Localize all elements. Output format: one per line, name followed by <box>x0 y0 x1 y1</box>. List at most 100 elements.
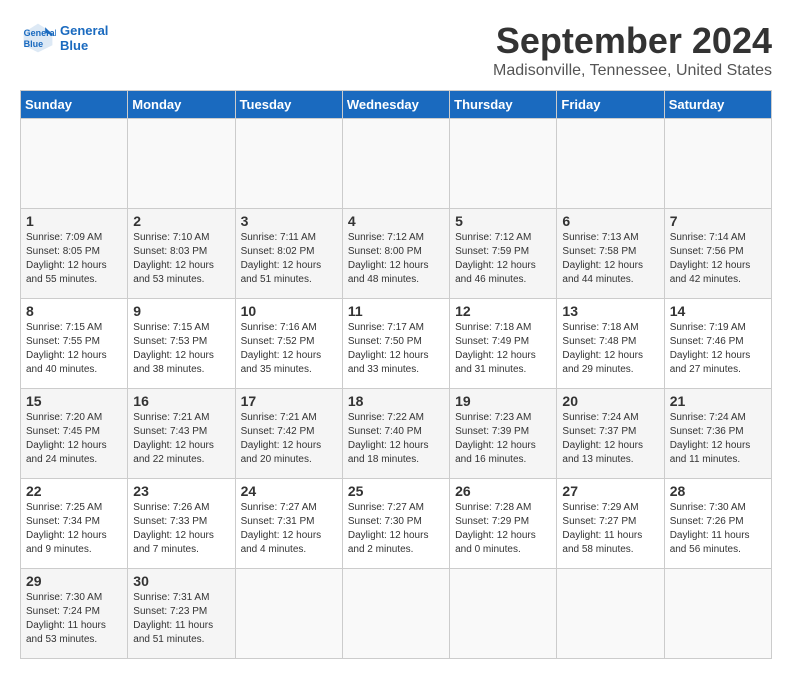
calendar-body: 1Sunrise: 7:09 AM Sunset: 8:05 PM Daylig… <box>21 119 772 659</box>
calendar-cell: 13Sunrise: 7:18 AM Sunset: 7:48 PM Dayli… <box>557 299 664 389</box>
cell-details: Sunrise: 7:25 AM Sunset: 7:34 PM Dayligh… <box>26 501 122 557</box>
cell-details: Sunrise: 7:24 AM Sunset: 7:36 PM Dayligh… <box>670 411 766 467</box>
calendar-cell: 2 Sunrise: 7:10 AM Sunset: 8:03 PM Daylig… <box>128 209 235 299</box>
calendar-header-friday: Friday <box>557 91 664 119</box>
calendar-cell <box>664 119 771 209</box>
cell-details: Sunrise: 7:18 AM Sunset: 7:49 PM Dayligh… <box>455 321 551 377</box>
cell-details: Sunrise: 7:18 AM Sunset: 7:48 PM Dayligh… <box>562 321 658 377</box>
day-number: 10 <box>241 303 337 319</box>
day-number: 2 <box>133 213 229 229</box>
cell-details: Sunrise: 7:22 AM Sunset: 7:40 PM Dayligh… <box>348 411 444 467</box>
cell-details: Sunrise: 7:12 AM Sunset: 7:59 PM Dayligh… <box>455 231 551 287</box>
cell-details: Sunrise: 7:12 AM Sunset: 8:00 PM Dayligh… <box>348 231 444 287</box>
calendar-cell: 1Sunrise: 7:09 AM Sunset: 8:05 PM Daylig… <box>21 209 128 299</box>
calendar-header-sunday: Sunday <box>21 91 128 119</box>
day-number: 12 <box>455 303 551 319</box>
calendar-cell: 17 Sunrise: 7:21 AM Sunset: 7:42 PM Dayli… <box>235 389 342 479</box>
calendar-cell: 6Sunrise: 7:13 AM Sunset: 7:58 PM Daylig… <box>557 209 664 299</box>
day-number: 6 <box>562 213 658 229</box>
location-title: Madisonville, Tennessee, United States <box>493 62 772 80</box>
calendar-week-row <box>21 119 772 209</box>
calendar-cell <box>557 119 664 209</box>
cell-details: Sunrise: 7:21 AM Sunset: 7:43 PM Dayligh… <box>133 411 229 467</box>
cell-details: Sunrise: 7:27 AM Sunset: 7:30 PM Dayligh… <box>348 501 444 557</box>
calendar-cell: 25 Sunrise: 7:27 AM Sunset: 7:30 PM Dayli… <box>342 479 449 569</box>
logo-text: General Blue <box>60 23 108 53</box>
calendar-cell: 28 Sunrise: 7:30 AM Sunset: 7:26 PM Dayli… <box>664 479 771 569</box>
cell-details: Sunrise: 7:21 AM Sunset: 7:42 PM Dayligh… <box>241 411 337 467</box>
calendar-cell: 26Sunrise: 7:28 AM Sunset: 7:29 PM Dayli… <box>450 479 557 569</box>
calendar-cell: 10Sunrise: 7:16 AM Sunset: 7:52 PM Dayli… <box>235 299 342 389</box>
calendar-cell: 16Sunrise: 7:21 AM Sunset: 7:43 PM Dayli… <box>128 389 235 479</box>
calendar-cell <box>342 569 449 659</box>
month-title: September 2024 <box>493 20 772 62</box>
calendar-week-row: 15 Sunrise: 7:20 AM Sunset: 7:45 PM Dayli… <box>21 389 772 479</box>
day-number: 9 <box>133 303 229 319</box>
day-number: 7 <box>670 213 766 229</box>
calendar-cell <box>235 119 342 209</box>
cell-details: Sunrise: 7:29 AM Sunset: 7:27 PM Dayligh… <box>562 501 658 557</box>
day-number: 30 <box>133 573 229 589</box>
day-number: 25 <box>348 483 444 499</box>
calendar-header-saturday: Saturday <box>664 91 771 119</box>
day-number: 11 <box>348 303 444 319</box>
cell-details: Sunrise: 7:30 AM Sunset: 7:24 PM Dayligh… <box>26 591 122 647</box>
calendar-cell <box>128 119 235 209</box>
calendar-header-thursday: Thursday <box>450 91 557 119</box>
cell-details: Sunrise: 7:28 AM Sunset: 7:29 PM Dayligh… <box>455 501 551 557</box>
day-number: 5 <box>455 213 551 229</box>
day-number: 24 <box>241 483 337 499</box>
cell-details: Sunrise: 7:27 AM Sunset: 7:31 PM Dayligh… <box>241 501 337 557</box>
calendar-cell: 21 Sunrise: 7:24 AM Sunset: 7:36 PM Dayli… <box>664 389 771 479</box>
logo-icon: General Blue <box>20 20 56 56</box>
calendar-cell: 18 Sunrise: 7:22 AM Sunset: 7:40 PM Dayli… <box>342 389 449 479</box>
calendar-cell: 5 Sunrise: 7:12 AM Sunset: 7:59 PM Daylig… <box>450 209 557 299</box>
cell-details: Sunrise: 7:20 AM Sunset: 7:45 PM Dayligh… <box>26 411 122 467</box>
calendar-header-row: SundayMondayTuesdayWednesdayThursdayFrid… <box>21 91 772 119</box>
cell-details: Sunrise: 7:10 AM Sunset: 8:03 PM Dayligh… <box>133 231 229 287</box>
calendar-header-monday: Monday <box>128 91 235 119</box>
day-number: 17 <box>241 393 337 409</box>
title-section: September 2024 Madisonville, Tennessee, … <box>493 20 772 80</box>
day-number: 28 <box>670 483 766 499</box>
day-number: 3 <box>241 213 337 229</box>
calendar-cell: 15 Sunrise: 7:20 AM Sunset: 7:45 PM Dayli… <box>21 389 128 479</box>
calendar-table: SundayMondayTuesdayWednesdayThursdayFrid… <box>20 90 772 659</box>
cell-details: Sunrise: 7:19 AM Sunset: 7:46 PM Dayligh… <box>670 321 766 377</box>
calendar-header-tuesday: Tuesday <box>235 91 342 119</box>
day-number: 27 <box>562 483 658 499</box>
page-header: General Blue General Blue September 2024… <box>20 20 772 80</box>
calendar-cell: 22 Sunrise: 7:25 AM Sunset: 7:34 PM Dayli… <box>21 479 128 569</box>
calendar-cell: 12 Sunrise: 7:18 AM Sunset: 7:49 PM Dayli… <box>450 299 557 389</box>
day-number: 19 <box>455 393 551 409</box>
cell-details: Sunrise: 7:30 AM Sunset: 7:26 PM Dayligh… <box>670 501 766 557</box>
cell-details: Sunrise: 7:24 AM Sunset: 7:37 PM Dayligh… <box>562 411 658 467</box>
calendar-cell <box>664 569 771 659</box>
logo: General Blue General Blue <box>20 20 108 56</box>
cell-details: Sunrise: 7:23 AM Sunset: 7:39 PM Dayligh… <box>455 411 551 467</box>
calendar-cell <box>450 119 557 209</box>
calendar-cell: 4 Sunrise: 7:12 AM Sunset: 8:00 PM Daylig… <box>342 209 449 299</box>
day-number: 1 <box>26 213 122 229</box>
calendar-cell: 14Sunrise: 7:19 AM Sunset: 7:46 PM Dayli… <box>664 299 771 389</box>
day-number: 22 <box>26 483 122 499</box>
day-number: 21 <box>670 393 766 409</box>
calendar-cell <box>21 119 128 209</box>
calendar-header-wednesday: Wednesday <box>342 91 449 119</box>
calendar-cell: 11Sunrise: 7:17 AM Sunset: 7:50 PM Dayli… <box>342 299 449 389</box>
calendar-week-row: 29Sunrise: 7:30 AM Sunset: 7:24 PM Dayli… <box>21 569 772 659</box>
cell-details: Sunrise: 7:26 AM Sunset: 7:33 PM Dayligh… <box>133 501 229 557</box>
day-number: 15 <box>26 393 122 409</box>
day-number: 18 <box>348 393 444 409</box>
calendar-cell: 3Sunrise: 7:11 AM Sunset: 8:02 PM Daylig… <box>235 209 342 299</box>
calendar-cell <box>557 569 664 659</box>
calendar-cell: 29Sunrise: 7:30 AM Sunset: 7:24 PM Dayli… <box>21 569 128 659</box>
day-number: 23 <box>133 483 229 499</box>
calendar-cell: 8Sunrise: 7:15 AM Sunset: 7:55 PM Daylig… <box>21 299 128 389</box>
cell-details: Sunrise: 7:31 AM Sunset: 7:23 PM Dayligh… <box>133 591 229 647</box>
day-number: 4 <box>348 213 444 229</box>
calendar-cell: 7Sunrise: 7:14 AM Sunset: 7:56 PM Daylig… <box>664 209 771 299</box>
svg-text:Blue: Blue <box>24 39 44 49</box>
calendar-cell: 24 Sunrise: 7:27 AM Sunset: 7:31 PM Dayli… <box>235 479 342 569</box>
calendar-week-row: 8Sunrise: 7:15 AM Sunset: 7:55 PM Daylig… <box>21 299 772 389</box>
